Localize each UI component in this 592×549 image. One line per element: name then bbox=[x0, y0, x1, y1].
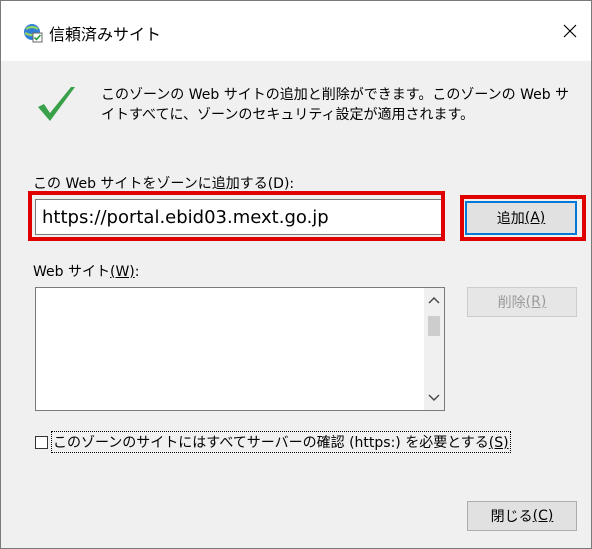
require-https-label-text: このゾーンのサイトにはすべてサーバーの確認 (https:) を必要とする bbox=[53, 435, 489, 451]
require-https-option[interactable]: このゾーンのサイトにはすべてサーバーの確認 (https:) を必要とする(S) bbox=[35, 431, 511, 453]
remove-button-accelerator: (R) bbox=[525, 294, 547, 310]
add-button-accelerator: (A) bbox=[524, 210, 546, 226]
close-button[interactable]: 閉じる (C) bbox=[467, 501, 577, 531]
window-title: 信頼済みサイト bbox=[49, 25, 162, 44]
globe-check-icon bbox=[23, 23, 43, 43]
add-site-label: この Web サイトをゾーンに追加する(D): bbox=[33, 176, 295, 192]
websites-label: Web サイト(W): bbox=[33, 261, 139, 281]
close-button-label: 閉じる bbox=[490, 509, 533, 525]
checkmark-icon bbox=[35, 83, 77, 125]
add-button-label: 追加 bbox=[496, 211, 525, 227]
websites-label-suffix: : bbox=[134, 264, 140, 280]
require-https-accelerator: (S) bbox=[488, 435, 509, 451]
close-icon[interactable] bbox=[553, 13, 587, 49]
description-text: このゾーンの Web サイトの追加と削除ができます。このゾーンの Web サイト… bbox=[101, 87, 570, 123]
websites-label-accelerator: (W) bbox=[109, 264, 135, 280]
title-bar: 信頼済みサイト bbox=[1, 1, 591, 61]
add-button[interactable]: 追加 (A) bbox=[465, 201, 577, 235]
chevron-up-icon[interactable] bbox=[424, 290, 444, 310]
chevron-down-icon[interactable] bbox=[424, 388, 444, 408]
websites-label-text: Web サイト bbox=[33, 264, 110, 280]
require-https-checkbox[interactable] bbox=[35, 435, 48, 449]
remove-button[interactable]: 削除 (R) bbox=[467, 287, 577, 317]
remove-button-label: 削除 bbox=[497, 295, 526, 311]
close-button-accelerator: (C) bbox=[532, 508, 554, 524]
site-url-input[interactable] bbox=[35, 199, 443, 235]
websites-list[interactable] bbox=[35, 287, 445, 411]
websites-list-scrollbar[interactable] bbox=[424, 288, 444, 410]
scroll-thumb[interactable] bbox=[428, 316, 440, 336]
trusted-sites-dialog: 信頼済みサイト このゾーンの Web サイトの追加と削除ができます。このゾーンの… bbox=[0, 0, 592, 549]
require-https-label[interactable]: このゾーンのサイトにはすべてサーバーの確認 (https:) を必要とする(S) bbox=[51, 431, 511, 453]
